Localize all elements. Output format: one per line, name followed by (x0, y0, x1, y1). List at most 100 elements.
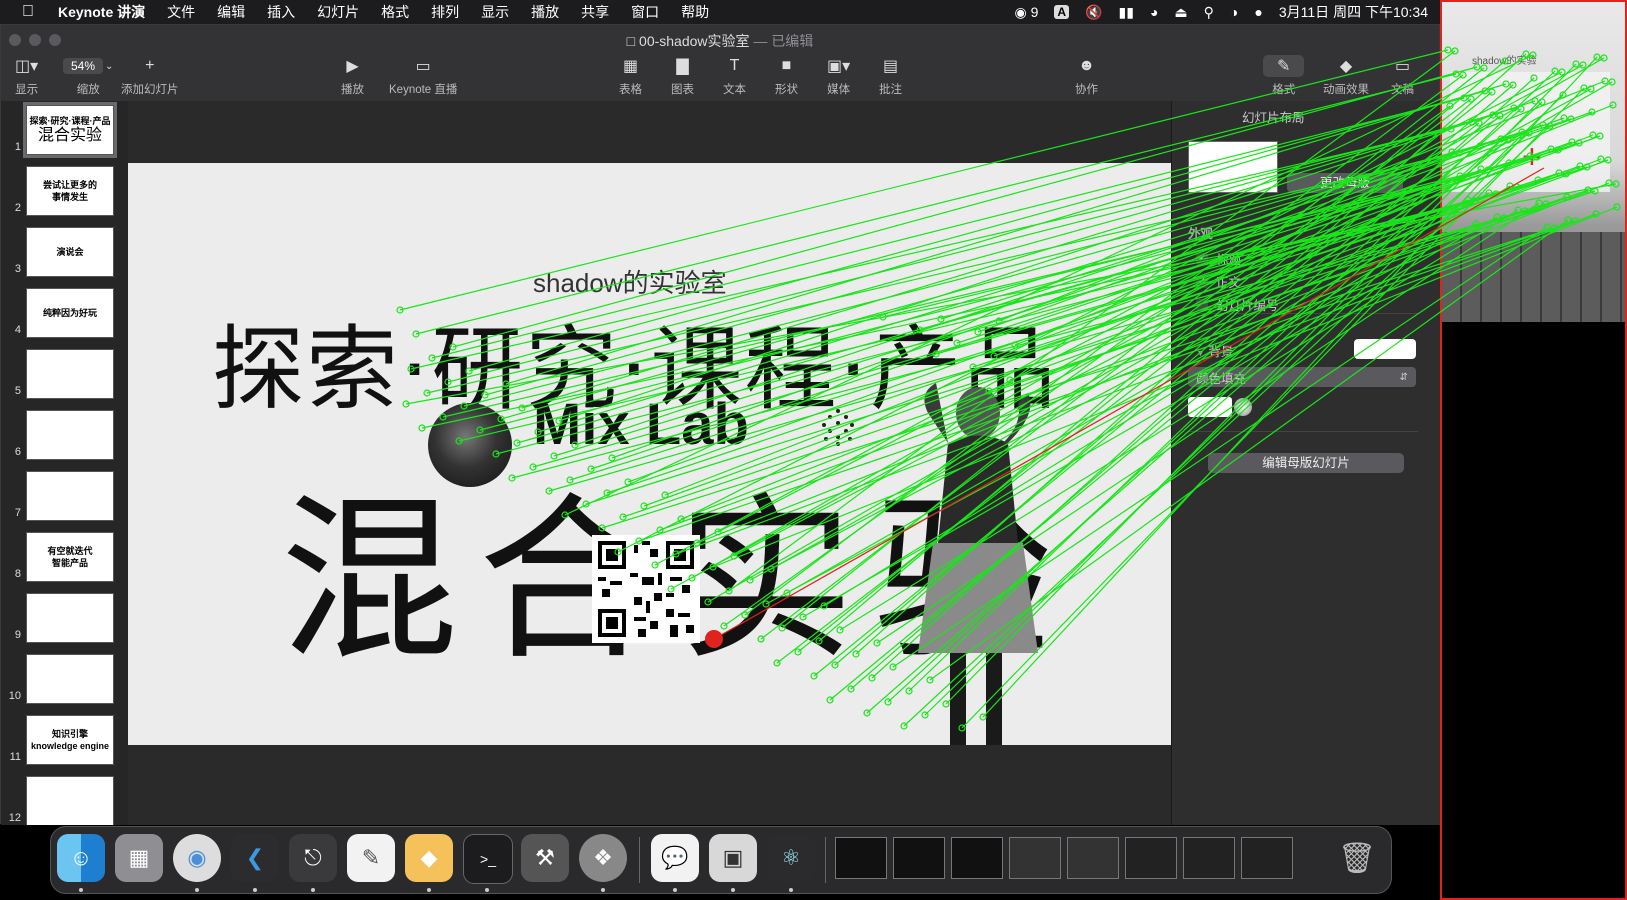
terminal-icon[interactable]: >_ (463, 834, 513, 884)
safari-icon[interactable]: ❖ (579, 834, 627, 882)
slide-number: 1 (14, 141, 21, 153)
keynote-window: □ 00-shadow实验室 — 已编辑 ◫▾ 显示 54% ⌄ 缩放 + 添加幻… (0, 24, 1440, 825)
zoom-value[interactable]: 54% (63, 58, 104, 74)
minimized-window[interactable] (1241, 837, 1293, 879)
slide-number: 6 (14, 446, 21, 458)
divider (1188, 431, 1418, 432)
dock-divider (639, 837, 640, 883)
siri-icon[interactable]: ● (1254, 4, 1262, 20)
menu-arrange[interactable]: 排列 (431, 2, 459, 22)
launchpad-icon[interactable]: ▦ (115, 834, 163, 882)
slide-thumbnail-1[interactable]: 探索·研究·课程·产品 混合实验 (23, 102, 117, 158)
play-icon: ▶ (346, 58, 359, 75)
slide-thumbnail-11[interactable]: 知识引擎 knowledge engine (26, 715, 114, 765)
text-button[interactable]: T 文本 (723, 55, 746, 97)
finder-icon[interactable]: ☺ (57, 834, 105, 882)
keynote-live-button[interactable]: ▭ Keynote 直播 (389, 55, 457, 97)
slide-thumbnail-6[interactable] (26, 410, 114, 460)
trash-icon[interactable]: 🗑 (1333, 834, 1381, 882)
slide-number: 3 (14, 263, 21, 275)
fill-type-select[interactable]: 颜色填充 ⇵ (1188, 367, 1416, 387)
instruments-icon[interactable]: ⚒ (521, 834, 569, 882)
play-button[interactable]: ▶ 播放 (341, 55, 364, 97)
chrome-icon[interactable]: ◉ (173, 834, 221, 882)
disclosure-triangle-icon[interactable]: ▼ (1196, 348, 1205, 358)
vscode-icon[interactable]: ❮ (231, 834, 279, 882)
minimized-window[interactable] (1067, 837, 1119, 879)
wechat-icon[interactable]: 💬 (651, 834, 699, 882)
slide-thumbnail-9[interactable] (26, 593, 114, 643)
slide-thumbnail-7[interactable] (26, 471, 114, 521)
slide-thumbnail-3[interactable]: 演说会 (26, 227, 114, 277)
minimized-window[interactable] (893, 837, 945, 879)
shape-button[interactable]: ■ 形状 (775, 55, 798, 97)
menu-play[interactable]: 播放 (531, 2, 559, 22)
document-name: 00-shadow实验室 (639, 33, 750, 49)
menu-edit[interactable]: 编辑 (217, 2, 245, 22)
keynote-icon[interactable]: ⎋ (289, 834, 337, 882)
menu-format[interactable]: 格式 (381, 2, 409, 22)
title-checkbox[interactable]: ✓ 标题 (1196, 249, 1241, 268)
apple-menu-icon[interactable]:  (22, 3, 34, 21)
zoom-control[interactable]: 54% ⌄ 缩放 (63, 55, 113, 97)
slide-thumbnail-10[interactable] (26, 654, 114, 704)
menu-share[interactable]: 共享 (581, 2, 609, 22)
background-color-well[interactable] (1354, 339, 1416, 359)
chart-button[interactable]: ▇ 图表 (671, 55, 694, 97)
eject-icon[interactable]: ⏏ (1174, 4, 1187, 21)
electron-icon[interactable]: ⚛ (767, 834, 815, 882)
format-button[interactable]: ✎ 格式 (1263, 55, 1305, 97)
slide-thumbnail-2[interactable]: 尝试让更多的 事情发生 (26, 166, 114, 216)
minimized-window[interactable] (1009, 837, 1061, 879)
person-photo[interactable] (888, 373, 1058, 745)
control-center-icon[interactable]: ◑ (1230, 4, 1238, 20)
menu-help[interactable]: 帮助 (681, 2, 709, 22)
menu-insert[interactable]: 插入 (267, 2, 295, 22)
slide-thumbnail-8[interactable]: 有空就迭代 智能产品 (26, 532, 114, 582)
preview-icon[interactable]: ▣ (709, 834, 757, 882)
mute-icon[interactable]: 🔇 (1085, 4, 1102, 21)
thumbnail-text: 智能产品 (51, 558, 88, 568)
minimized-window[interactable] (951, 837, 1003, 879)
menu-app-name[interactable]: Keynote 讲演 (58, 2, 145, 22)
input-method-icon[interactable]: A (1054, 5, 1070, 19)
menu-file[interactable]: 文件 (167, 2, 195, 22)
wechat-status-icon[interactable]: ◉ 9 (1015, 4, 1039, 21)
change-master-button[interactable]: 更改母版 (1287, 173, 1403, 193)
edit-master-button[interactable]: 编辑母版幻灯片 (1208, 453, 1404, 473)
battery-icon[interactable]: ▮▮ (1119, 4, 1134, 21)
slide-thumbnail-4[interactable]: 纯粹因为好玩 (26, 288, 114, 338)
search-icon[interactable]: ⚲ (1204, 4, 1214, 21)
slide-thumbnail-5[interactable] (26, 349, 114, 399)
view-button[interactable]: ◫▾ 显示 (15, 55, 38, 97)
master-preview[interactable] (1188, 141, 1278, 193)
current-slide[interactable]: shadow的实验室 探索·研究·课程·产品 Mix Lab 混合实验 (128, 163, 1171, 745)
divider (1188, 313, 1418, 314)
window-title: □ 00-shadow实验室 — 已编辑 (626, 33, 814, 49)
menu-view[interactable]: 显示 (481, 2, 509, 22)
color-wheel-icon[interactable] (1234, 398, 1252, 416)
clock[interactable]: 3月11日 周四 下午10:34 (1279, 2, 1428, 22)
minimized-window[interactable] (1125, 837, 1177, 879)
media-button[interactable]: ▣▾ 媒体 (827, 55, 850, 97)
slide-thumbnail-12[interactable] (26, 776, 114, 825)
slide-number-checkbox[interactable]: 幻灯片编号 (1196, 295, 1279, 314)
pages-icon[interactable]: ✎ (347, 834, 395, 882)
collaborate-button[interactable]: ☻ 协作 (1075, 55, 1098, 97)
table-button[interactable]: ▦ 表格 (619, 55, 642, 97)
menu-window[interactable]: 窗口 (631, 2, 659, 22)
comment-button[interactable]: ▤ 批注 (879, 55, 902, 97)
animate-button[interactable]: ◆ 动画效果 (1323, 55, 1369, 97)
sketch-icon[interactable]: ◆ (405, 834, 453, 882)
qr-code[interactable] (592, 535, 700, 643)
minimized-window[interactable] (1183, 837, 1235, 879)
wifi-icon[interactable]: ◕ (1150, 4, 1158, 20)
add-slide-button[interactable]: + 添加幻灯片 (121, 55, 179, 97)
body-checkbox[interactable]: ✓ 正文 (1196, 272, 1241, 291)
fill-color-swatch[interactable] (1188, 397, 1232, 417)
document-button[interactable]: ▭ 文稿 (1391, 55, 1414, 97)
media-icon: ▣▾ (827, 58, 851, 75)
minimized-window[interactable] (835, 837, 887, 879)
menu-slide[interactable]: 幻灯片 (317, 2, 359, 22)
running-indicator (311, 888, 315, 892)
